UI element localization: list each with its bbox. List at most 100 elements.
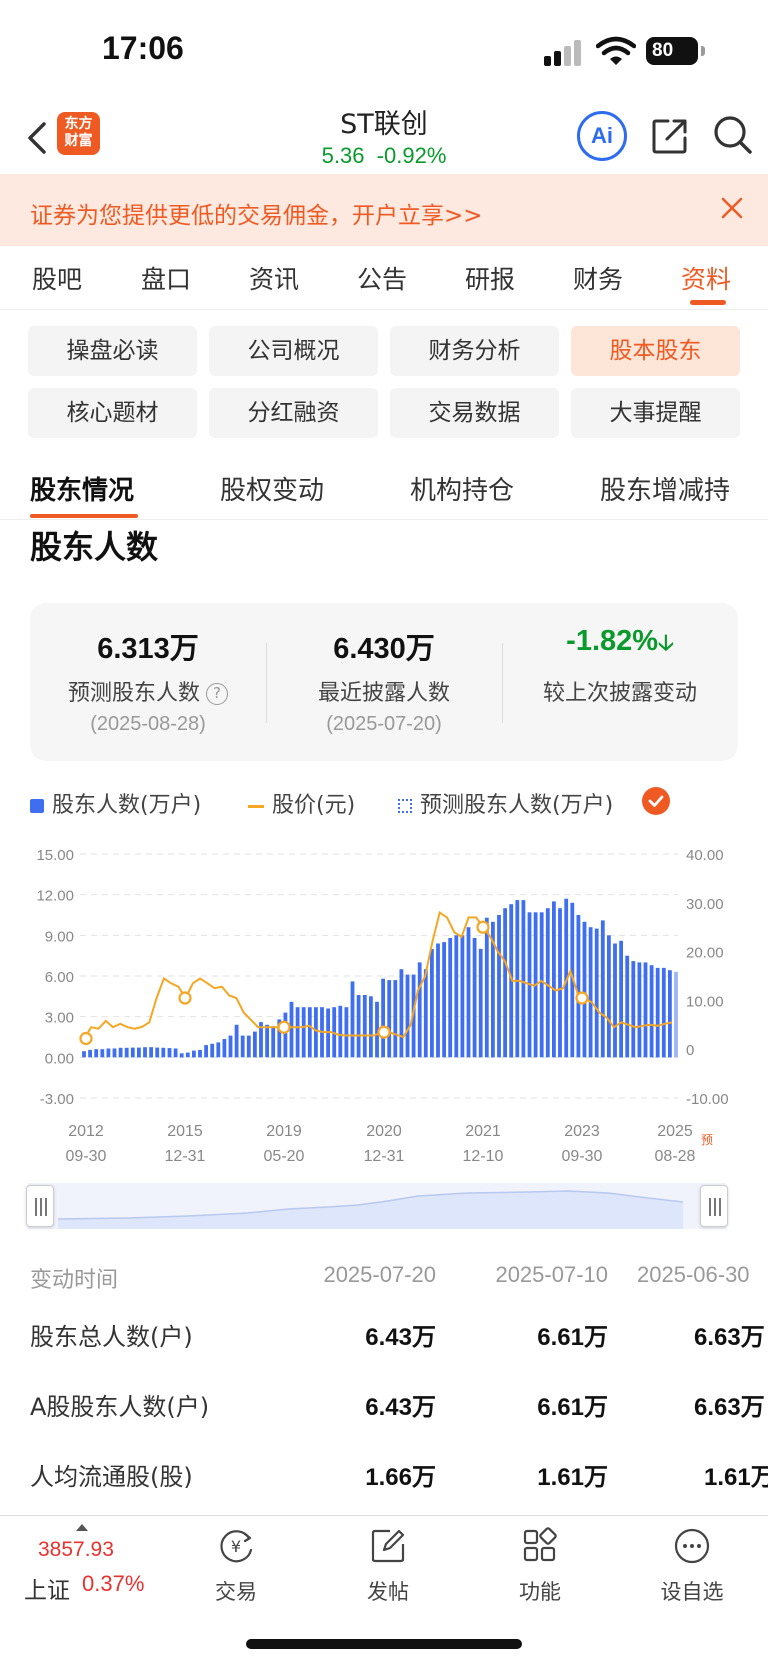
home-indicator (246, 1639, 522, 1649)
tab-finance[interactable]: 财务 (573, 260, 623, 296)
shareholders-chart[interactable]: 15.00 12.00 9.00 6.00 3.00 0.00 -3.00 40.00 30.0… (0, 834, 768, 1174)
index-price[interactable]: 3857.93 (38, 1538, 114, 1562)
ai-assistant-button[interactable]: Ai (577, 111, 627, 161)
holders-bar (631, 961, 636, 1058)
y-right-tick-label: 20.00 (686, 945, 724, 962)
category-financial-analysis[interactable]: 财务分析 (390, 326, 559, 376)
main-tabs: 股吧 盘口 资讯 公告 研报 财务 资料 (0, 246, 768, 310)
table-cell: 6.61万 (537, 1394, 608, 1421)
holders-bar (307, 1007, 312, 1058)
section-title: 股东人数 (30, 528, 159, 566)
holders-bar (100, 1049, 105, 1058)
legend-holders[interactable]: 股东人数(万户) (30, 787, 201, 819)
table-cell: 6.61万 (537, 1324, 608, 1351)
legend-price[interactable]: 股价(元) (248, 787, 355, 819)
category-company-overview[interactable]: 公司概况 (209, 326, 378, 376)
promo-text[interactable]: 证券为您提供更低的交易佣金，开户立享>> (30, 196, 483, 230)
summary-forecast: 6.313万 预测股东人数? (2025-08-28) (30, 625, 266, 736)
category-share-capital[interactable]: 股本股东 (571, 326, 740, 376)
trade-button[interactable]: ¥ 交易 (186, 1526, 286, 1606)
subtab-shareholders[interactable]: 股东情况 (30, 470, 134, 507)
summary-change-value: -1.82% (566, 625, 659, 657)
category-events[interactable]: 大事提醒 (571, 388, 740, 438)
subtab-equity-changes[interactable]: 股权变动 (220, 470, 324, 507)
price-marker (178, 991, 192, 1005)
price-marker (377, 1025, 391, 1039)
tab-profile[interactable]: 资料 (681, 260, 731, 296)
holders-bar (466, 927, 471, 1058)
shareholders-table: 变动时间 2025-07-20 2025-07-10 2025-06-30 股东… (0, 1262, 768, 1512)
legend-forecast[interactable]: 预测股东人数(万户) (398, 787, 613, 819)
help-icon[interactable]: ? (206, 683, 228, 705)
table-cell: 6.63万 (694, 1394, 765, 1421)
tab-announcements[interactable]: 公告 (357, 260, 407, 296)
holders-bar (295, 1007, 300, 1058)
summary-label: 最近披露人数 (317, 681, 450, 706)
x-tick-year: 2019 (266, 1123, 302, 1140)
summary-card: 6.313万 预测股东人数? (2025-08-28) 6.430万 最近披露人… (30, 603, 738, 761)
holders-bar (338, 1005, 343, 1058)
row-label: A股股东人数(户) (30, 1393, 210, 1421)
table-cell: 6.43万 (365, 1394, 436, 1421)
tab-research[interactable]: 研报 (465, 260, 515, 296)
subtab-holdings-changes[interactable]: 股东增减持 (600, 470, 730, 507)
holders-bar (137, 1047, 141, 1058)
promo-banner[interactable]: 证券为您提供更低的交易佣金，开户立享>> (0, 174, 768, 246)
x-tick-year: 2012 (68, 1123, 104, 1140)
holders-bar (515, 900, 520, 1058)
range-slider[interactable] (26, 1183, 728, 1229)
holders-bar (552, 901, 556, 1058)
toolbar-label: 交易 (215, 1580, 257, 1604)
category-dividends[interactable]: 分红融资 (209, 388, 378, 438)
y-left-tick-label: 0.00 (45, 1050, 74, 1067)
tab-guba[interactable]: 股吧 (32, 260, 82, 296)
share-icon[interactable] (650, 116, 690, 156)
expand-caret-icon[interactable] (76, 1524, 88, 1531)
slider-handle-left[interactable] (26, 1185, 54, 1227)
tab-pankou[interactable]: 盘口 (141, 260, 191, 296)
summary-latest: 6.430万 最近披露人数 (2025-07-20) (266, 625, 502, 736)
table-cell: 1.61万 (704, 1464, 768, 1491)
category-trading-data[interactable]: 交易数据 (390, 388, 559, 438)
holders-bar (222, 1039, 227, 1058)
category-trading-guide[interactable]: 操盘必读 (28, 326, 197, 376)
category-core-themes[interactable]: 核心题材 (28, 388, 197, 438)
legend-label: 预测股东人数(万户) (420, 793, 614, 818)
holders-bar (472, 938, 477, 1058)
close-icon[interactable] (720, 196, 744, 220)
price-marker (476, 920, 490, 934)
forecast-toggle-checkbox[interactable] (642, 787, 670, 815)
table-row: A股股东人数(户) 6.43万 6.61万 6.63万 (0, 1387, 768, 1427)
forecast-bar (674, 971, 678, 1058)
holders-bar (350, 981, 355, 1058)
holders-bar (607, 935, 611, 1058)
cellular-signal-icon (544, 40, 588, 66)
slider-handle-right[interactable] (700, 1185, 728, 1227)
search-icon[interactable] (712, 114, 754, 156)
holders-bar (399, 969, 404, 1058)
slider-preview (57, 1190, 684, 1229)
y-left-tick-label: 15.00 (36, 847, 74, 864)
y-left-tick-label: 6.00 (45, 969, 74, 986)
holders-bar (204, 1045, 208, 1058)
holders-bar (198, 1049, 202, 1058)
index-name[interactable]: 上证 (24, 1571, 70, 1605)
holders-bar (454, 935, 459, 1058)
y-right-tick-label: 0 (686, 1042, 694, 1059)
holders-bar (289, 1001, 294, 1058)
subtab-institutional[interactable]: 机构持仓 (410, 470, 514, 507)
index-change[interactable]: 0.37% (82, 1571, 144, 1597)
add-favorite-button[interactable]: 设自选 (642, 1526, 742, 1606)
function-icon (523, 1527, 557, 1562)
stock-header: 东方 财富 ST联创 5.36 -0.92% Ai (0, 100, 768, 174)
table-cell: 1.66万 (365, 1464, 436, 1491)
holders-bar (545, 908, 550, 1058)
row-label: 股东总人数(户) (30, 1323, 193, 1351)
summary-label-text: 预测股东人数 (67, 681, 200, 706)
post-button[interactable]: 发帖 (338, 1526, 438, 1606)
toolbar-label: 发帖 (367, 1580, 409, 1604)
y-left-tick-label: 12.00 (36, 888, 74, 905)
function-button[interactable]: 功能 (490, 1526, 590, 1606)
battery-icon: 80 (646, 37, 705, 65)
tab-news[interactable]: 资讯 (249, 260, 299, 296)
